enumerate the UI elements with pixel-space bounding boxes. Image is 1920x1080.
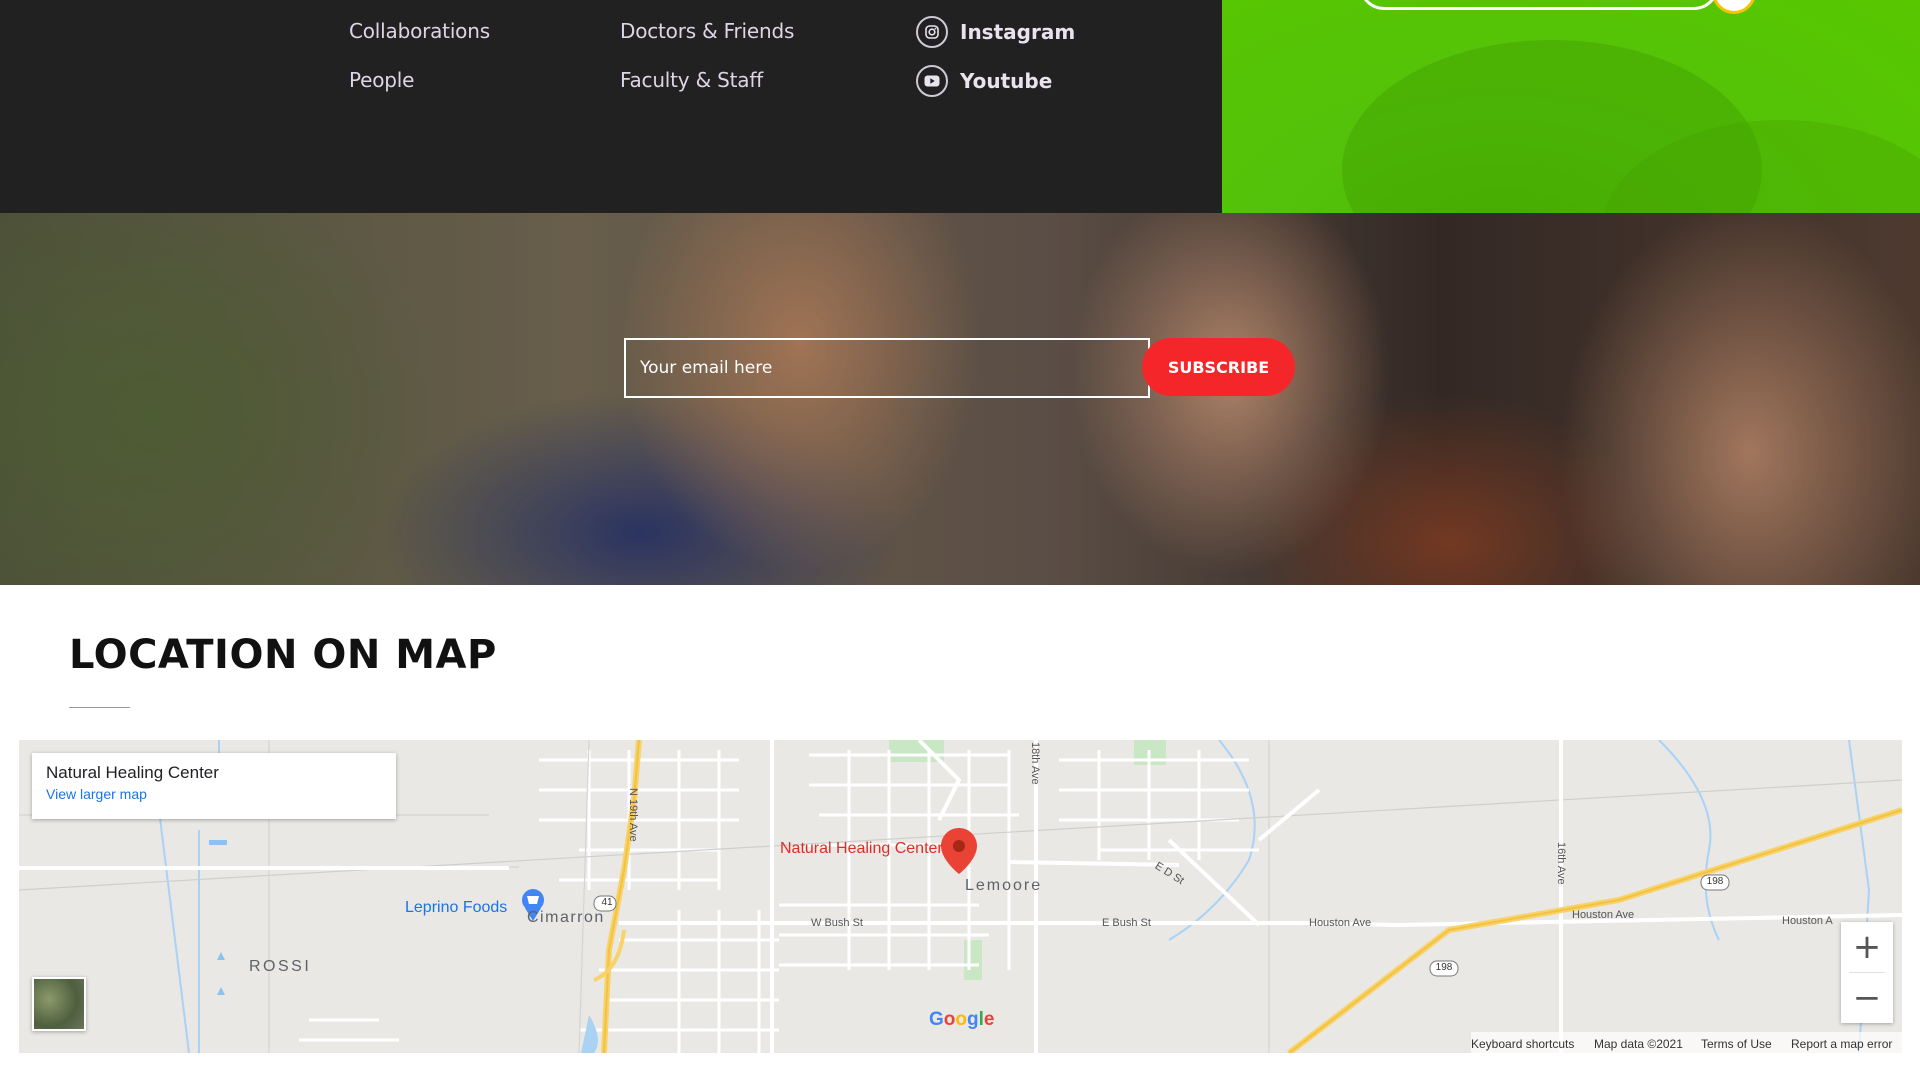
- zoom-controls: + −: [1841, 922, 1893, 1023]
- map-pin-icon: [941, 828, 977, 874]
- footer-link-faculty-staff[interactable]: Faculty & Staff: [620, 68, 763, 92]
- banner-photo-overlay: [0, 213, 1920, 585]
- route-shield-label: 198: [1706, 876, 1724, 887]
- youtube-icon: [916, 65, 948, 97]
- footer-links-panel: Collaborations People Doctors & Friends …: [0, 0, 1222, 213]
- email-input[interactable]: [624, 338, 1150, 398]
- street-label: Houston Ave: [1309, 917, 1372, 929]
- view-larger-map-link[interactable]: View larger map: [46, 786, 382, 802]
- google-logo: Google: [929, 1009, 995, 1030]
- site-footer: Collaborations People Doctors & Friends …: [0, 0, 1920, 213]
- street-label: 18th Ave: [1029, 742, 1041, 785]
- subscribe-banner: SUBSCRIBE: [0, 213, 1920, 585]
- place-label-lemoore: Lemoore: [965, 877, 1043, 894]
- keyboard-shortcuts-link[interactable]: Keyboard shortcuts: [1471, 1037, 1574, 1051]
- terms-of-use-link[interactable]: Terms of Use: [1701, 1037, 1772, 1051]
- newsletter-button-partial[interactable]: [1712, 0, 1756, 14]
- footer-newsletter-panel: [1222, 0, 1920, 213]
- zoom-out-button[interactable]: −: [1841, 973, 1893, 1023]
- street-label: Houston Ave: [1572, 909, 1635, 921]
- map-data-label: Map data ©2021: [1594, 1037, 1683, 1051]
- street-label: E Bush St: [1102, 917, 1151, 929]
- footer-link-doctors-friends[interactable]: Doctors & Friends: [620, 19, 794, 43]
- place-label-cimarron: Cimarron: [527, 909, 605, 926]
- embedded-map[interactable]: Natural Healing Center Lemoore Cimarron …: [19, 740, 1902, 1053]
- subscribe-button[interactable]: SUBSCRIBE: [1142, 338, 1295, 396]
- map-info-card: Natural Healing Center View larger map: [32, 753, 396, 819]
- newsletter-input-partial[interactable]: [1359, 0, 1719, 10]
- social-label-instagram: Instagram: [960, 20, 1076, 44]
- street-label: N 19th Ave: [627, 788, 639, 842]
- route-shield-label: 198: [1435, 962, 1453, 973]
- instagram-icon: [916, 16, 948, 48]
- street-label: W Bush St: [811, 917, 863, 929]
- street-label: Houston A: [1782, 915, 1833, 927]
- zoom-in-button[interactable]: +: [1841, 922, 1893, 972]
- place-label-leprino-foods[interactable]: Leprino Foods: [405, 899, 507, 917]
- social-link-instagram[interactable]: Instagram: [916, 16, 1075, 48]
- place-label-rossi: ROSSI: [249, 958, 312, 975]
- social-label-youtube: Youtube: [960, 69, 1053, 93]
- section-title: LOCATION ON MAP: [69, 632, 497, 678]
- social-link-youtube[interactable]: Youtube: [916, 65, 1052, 97]
- footer-link-collaborations[interactable]: Collaborations: [349, 19, 490, 43]
- report-map-error-link[interactable]: Report a map error: [1791, 1037, 1892, 1051]
- title-underline: [69, 707, 130, 708]
- street-label: 16th Ave: [1555, 842, 1567, 885]
- route-shield-label: 41: [601, 897, 613, 908]
- map-card-title: Natural Healing Center: [46, 763, 219, 782]
- footer-link-people[interactable]: People: [349, 68, 414, 92]
- pin-label[interactable]: Natural Healing Center: [780, 840, 943, 858]
- satellite-view-toggle[interactable]: [32, 977, 86, 1031]
